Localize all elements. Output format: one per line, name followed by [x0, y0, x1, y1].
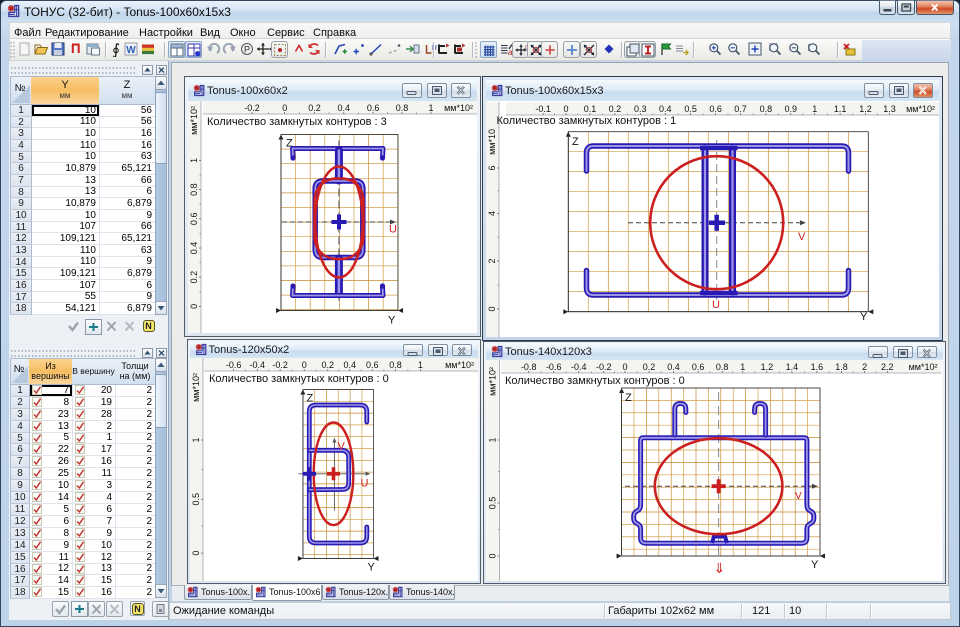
svg-text:мм*10²: мм*10² — [488, 367, 498, 396]
svg-text:0: 0 — [563, 104, 568, 114]
svg-text:мм*10²: мм*10² — [906, 104, 935, 114]
svg-text:2: 2 — [487, 258, 497, 263]
svg-text:1: 1 — [417, 360, 422, 370]
svg-text:0: 0 — [191, 550, 201, 555]
svg-text:0.7: 0.7 — [734, 104, 747, 114]
svg-text:0.9: 0.9 — [785, 104, 798, 114]
svg-text:1: 1 — [189, 157, 199, 162]
svg-text:0.8: 0.8 — [396, 103, 409, 113]
svg-text:U: U — [360, 477, 368, 489]
svg-text:0: 0 — [488, 553, 498, 558]
svg-text:P: P — [243, 45, 249, 55]
svg-text:1.4: 1.4 — [786, 362, 799, 372]
svg-text:0: 0 — [301, 360, 306, 370]
svg-text:0.8: 0.8 — [716, 362, 729, 372]
svg-text:V: V — [337, 440, 345, 452]
svg-text:-0.2: -0.2 — [272, 360, 288, 370]
svg-text:U: U — [389, 223, 397, 235]
svg-text:мм*10²: мм*10² — [444, 103, 473, 113]
svg-text:0.2: 0.2 — [189, 270, 199, 283]
svg-text:0.2: 0.2 — [609, 104, 622, 114]
svg-text:0.4: 0.4 — [667, 362, 680, 372]
svg-text:Z: Z — [572, 136, 579, 148]
svg-text:V: V — [798, 231, 806, 243]
svg-text:⇓: ⇓ — [714, 560, 726, 576]
svg-text:W: W — [126, 45, 136, 56]
svg-text:0: 0 — [282, 103, 287, 113]
svg-text:-0.6: -0.6 — [546, 362, 562, 372]
svg-text:0.6: 0.6 — [365, 360, 378, 370]
svg-text:0: 0 — [189, 303, 199, 308]
svg-text:№: № — [15, 83, 26, 94]
svg-text:1: 1 — [428, 103, 433, 113]
svg-text:1: 1 — [488, 437, 498, 442]
svg-text:1.1: 1.1 — [834, 104, 847, 114]
svg-text:мм*10²: мм*10² — [191, 373, 201, 402]
svg-text:0.2: 0.2 — [308, 103, 321, 113]
svg-text:-0.8: -0.8 — [521, 362, 537, 372]
svg-text:0.5: 0.5 — [684, 104, 697, 114]
svg-text:мм*10: мм*10 — [487, 129, 497, 155]
svg-text:Z: Z — [625, 392, 632, 404]
svg-text:6: 6 — [487, 165, 497, 170]
svg-text:-0.1: -0.1 — [535, 104, 551, 114]
svg-text:Y: Y — [388, 314, 396, 326]
svg-text:4: 4 — [487, 211, 497, 216]
svg-text:0.6: 0.6 — [692, 362, 705, 372]
svg-text:∮: ∮ — [112, 43, 120, 58]
svg-text:0.6: 0.6 — [709, 104, 722, 114]
svg-text:0.8: 0.8 — [189, 183, 199, 196]
svg-text:1: 1 — [812, 104, 817, 114]
svg-text:1.8: 1.8 — [835, 362, 848, 372]
svg-text:Y: Y — [811, 559, 819, 571]
svg-text:Z: Z — [306, 392, 313, 404]
svg-text:0.6: 0.6 — [189, 212, 199, 225]
svg-text:1.3: 1.3 — [883, 104, 896, 114]
svg-text:мм*10²: мм*10² — [189, 106, 199, 135]
svg-text:-0.2: -0.2 — [596, 362, 612, 372]
svg-text:-0.6: -0.6 — [225, 360, 241, 370]
svg-text:0: 0 — [622, 362, 627, 372]
svg-text:-0.4: -0.4 — [571, 362, 587, 372]
svg-text:0.8: 0.8 — [389, 360, 402, 370]
svg-text:-0.2: -0.2 — [244, 103, 260, 113]
svg-text:0.2: 0.2 — [643, 362, 656, 372]
svg-text:0.8: 0.8 — [760, 104, 773, 114]
svg-text:1.2: 1.2 — [859, 104, 872, 114]
svg-text:U: U — [712, 299, 720, 311]
svg-text:0.5: 0.5 — [191, 492, 201, 505]
svg-text:1: 1 — [191, 437, 201, 442]
svg-text:-0.4: -0.4 — [249, 360, 265, 370]
svg-text:Количество замкнутых контуров: Количество замкнутых контуров : 1 — [497, 115, 677, 127]
svg-text:1.6: 1.6 — [811, 362, 824, 372]
svg-text:2.2: 2.2 — [881, 362, 894, 372]
svg-text:0.4: 0.4 — [343, 360, 356, 370]
svg-text:Количество замкнутых контуров: Количество замкнутых контуров : 0 — [209, 373, 389, 385]
svg-text:0.4: 0.4 — [338, 103, 351, 113]
svg-text:мм*10²: мм*10² — [445, 360, 474, 370]
svg-text:Y: Y — [367, 561, 375, 573]
svg-text:0.3: 0.3 — [634, 104, 647, 114]
svg-text:1.2: 1.2 — [761, 362, 774, 372]
svg-text:1: 1 — [740, 362, 745, 372]
svg-text:0: 0 — [487, 306, 497, 311]
svg-text:№: № — [14, 364, 25, 375]
svg-text:0.4: 0.4 — [189, 241, 199, 254]
svg-text:0.5: 0.5 — [488, 497, 498, 510]
svg-text:0.1: 0.1 — [584, 104, 597, 114]
svg-text:0.6: 0.6 — [367, 103, 380, 113]
svg-text:0.2: 0.2 — [321, 360, 334, 370]
svg-text:0.4: 0.4 — [659, 104, 672, 114]
svg-text:V: V — [795, 491, 802, 502]
svg-text:2: 2 — [862, 362, 867, 372]
svg-text:Y: Y — [860, 311, 868, 323]
svg-text:Количество замкнутых контуров: Количество замкнутых контуров : 0 — [505, 375, 685, 387]
svg-text:мм*10²: мм*10² — [909, 362, 938, 372]
svg-text:Количество замкнутых контуров: Количество замкнутых контуров : 3 — [207, 116, 387, 128]
